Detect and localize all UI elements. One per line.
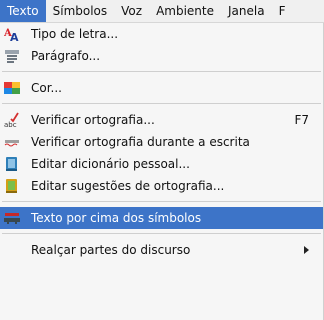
menu-item-tipo-de-letra[interactable]: A A Tipo de letra... — [0, 23, 323, 45]
menu-item-label: Verificar ortografia... — [31, 113, 155, 127]
menu-item-label: Realçar partes do discurso — [31, 243, 191, 257]
menu-separator — [2, 233, 321, 234]
color-palette-icon — [4, 80, 20, 96]
menubar-item-ambiente[interactable]: Ambiente — [149, 0, 221, 22]
paragraph-icon — [4, 48, 20, 64]
menu-separator — [2, 201, 321, 202]
menu-separator — [2, 103, 321, 104]
menu-separator — [2, 71, 321, 72]
menu-item-verificar-ortografia[interactable]: abc Verificar ortografia... F7 — [0, 109, 323, 131]
menu-bar: Texto Símbolos Voz Ambiente Janela F — [0, 0, 324, 23]
menu-item-label: Tipo de letra... — [31, 27, 119, 41]
texto-dropdown-menu: A A Tipo de letra... Parágrafo... Cor...… — [0, 23, 324, 320]
menu-item-label: Texto por cima dos símbolos — [31, 211, 202, 225]
dictionary-book-icon — [4, 156, 20, 172]
spellcheck-while-typing-icon — [4, 134, 20, 150]
menu-item-label: Parágrafo... — [31, 49, 101, 63]
menu-item-editar-sugestoes[interactable]: Editar sugestões de ortografia... — [0, 175, 323, 197]
menubar-item-janela[interactable]: Janela — [221, 0, 272, 22]
menubar-item-f[interactable]: F — [272, 0, 293, 22]
menubar-item-texto[interactable]: Texto — [0, 0, 46, 22]
submenu-arrow-icon — [304, 246, 309, 254]
menu-item-cor[interactable]: Cor... — [0, 77, 323, 99]
shortcut-label: F7 — [294, 113, 309, 127]
font-icon: A A — [3, 26, 20, 44]
menu-item-texto-por-cima[interactable]: Texto por cima dos símbolos — [0, 207, 323, 229]
menu-item-paragrafo[interactable]: Parágrafo... — [0, 45, 323, 67]
menu-item-editar-dicionario[interactable]: Editar dicionário pessoal... — [0, 153, 323, 175]
menu-item-label: Editar dicionário pessoal... — [31, 157, 190, 171]
menubar-item-simbolos[interactable]: Símbolos — [46, 0, 115, 22]
menu-item-label: Editar sugestões de ortografia... — [31, 179, 225, 193]
menu-item-verificar-ortografia-escrita[interactable]: Verificar ortografia durante a escrita — [0, 131, 323, 153]
spellcheck-icon: abc — [4, 112, 20, 129]
menu-item-label: Cor... — [31, 81, 62, 95]
svg-text:A: A — [10, 31, 19, 42]
text-above-symbols-icon — [4, 210, 20, 226]
svg-text:abc: abc — [4, 121, 17, 128]
menubar-item-voz[interactable]: Voz — [114, 0, 149, 22]
menu-item-realcar-partes[interactable]: Realçar partes do discurso — [0, 239, 323, 261]
menu-item-label: Verificar ortografia durante a escrita — [31, 135, 250, 149]
suggestions-book-icon — [4, 178, 20, 194]
